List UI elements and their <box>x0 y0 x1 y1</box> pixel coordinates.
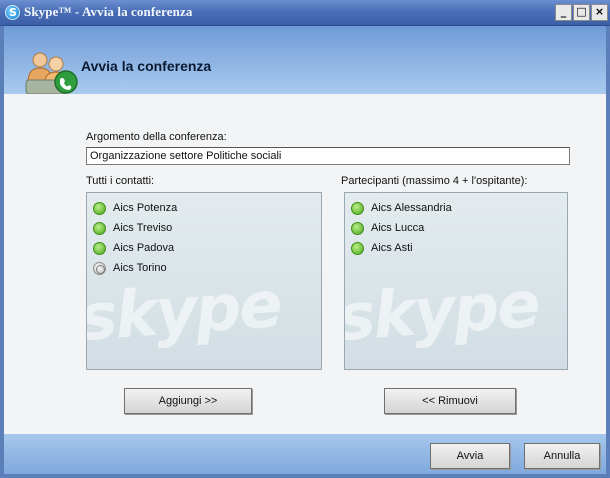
contacts-list[interactable]: skype Aics Potenza Aics Treviso Aics Pad… <box>86 192 322 370</box>
add-button[interactable]: Aggiungi >> <box>124 388 252 414</box>
contacts-label: Tutti i contatti: <box>86 175 155 187</box>
window-title: Skype™ - Avvia la conferenza <box>24 4 193 19</box>
online-status-icon <box>93 241 106 255</box>
online-status-icon <box>351 201 364 215</box>
online-status-icon <box>93 201 106 215</box>
contact-name: Aics Torino <box>113 262 167 274</box>
contact-item[interactable]: Aics Padova <box>93 238 321 258</box>
minimize-button[interactable]: _ <box>555 4 572 21</box>
online-status-icon <box>93 221 106 235</box>
remove-button[interactable]: << Rimuovi <box>384 388 516 414</box>
start-button[interactable]: Avvia <box>430 443 510 469</box>
skype-watermark: skype <box>86 268 283 356</box>
participants-label: Partecipanti (massimo 4 + l'ospitante): <box>341 175 528 187</box>
window-controls: _ □ × <box>555 4 608 21</box>
participant-name: Aics Lucca <box>371 222 425 234</box>
skype-watermark: skype <box>344 268 541 356</box>
topic-input[interactable]: Organizzazione settore Politiche sociali <box>86 147 570 165</box>
topic-label: Argomento della conferenza: <box>86 131 227 143</box>
participants-list[interactable]: skype Aics Alessandria Aics Lucca Aics A… <box>344 192 568 370</box>
dialog-client-area: Avvia la conferenza Argomento della conf… <box>4 26 606 474</box>
contact-name: Aics Potenza <box>113 202 178 214</box>
participant-item[interactable]: Aics Alessandria <box>351 198 567 218</box>
online-status-icon <box>351 221 364 235</box>
offline-status-icon <box>93 261 106 275</box>
conference-icon <box>25 52 78 95</box>
maximize-button[interactable]: □ <box>573 4 590 21</box>
participant-item[interactable]: Aics Asti <box>351 238 567 258</box>
contact-name: Aics Treviso <box>113 222 173 234</box>
skype-app-icon <box>5 5 20 20</box>
dialog-heading: Avvia la conferenza <box>81 58 212 74</box>
dialog-footer <box>4 434 606 474</box>
cancel-button[interactable]: Annulla <box>524 443 600 469</box>
contact-item[interactable]: Aics Potenza <box>93 198 321 218</box>
contact-name: Aics Padova <box>113 242 175 254</box>
close-button[interactable]: × <box>591 4 608 21</box>
contact-item[interactable]: Aics Torino <box>93 258 321 278</box>
participant-name: Aics Asti <box>371 242 413 254</box>
title-bar[interactable]: Skype™ - Avvia la conferenza _ □ × <box>0 0 610 26</box>
contact-item[interactable]: Aics Treviso <box>93 218 321 238</box>
participant-item[interactable]: Aics Lucca <box>351 218 567 238</box>
online-status-icon <box>351 241 364 255</box>
participant-name: Aics Alessandria <box>371 202 452 214</box>
conference-window: Skype™ - Avvia la conferenza _ □ × Avvia… <box>0 0 610 478</box>
